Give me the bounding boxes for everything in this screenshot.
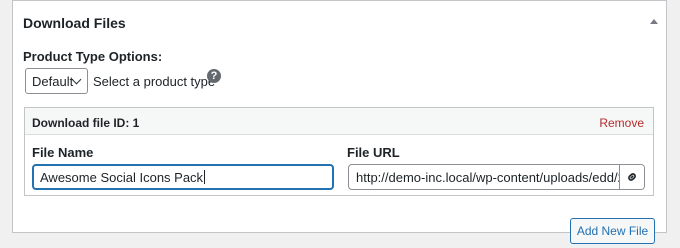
file-name-label: File Name [32, 145, 94, 160]
download-file-header: Download file ID: 1 Remove [25, 108, 653, 135]
file-url-input[interactable]: http://demo-inc.local/wp-content/uploads… [348, 164, 645, 190]
product-type-select-value: Default [32, 74, 74, 89]
file-url-value: http://demo-inc.local/wp-content/uploads… [356, 170, 622, 185]
link-icon[interactable] [619, 165, 644, 189]
download-file-id: Download file ID: 1 [32, 116, 140, 130]
product-type-hint: Select a product type [93, 74, 216, 89]
panel-header[interactable]: Download Files [13, 1, 666, 41]
help-icon[interactable]: ? [207, 69, 221, 83]
file-name-input[interactable]: Awesome Social Icons Pack [32, 164, 334, 190]
file-url-label: File URL [347, 145, 400, 160]
product-type-select[interactable]: Default [25, 68, 88, 94]
file-name-value: Awesome Social Icons Pack [40, 170, 204, 185]
download-files-panel: Download Files Product Type Options: Def… [12, 0, 667, 233]
product-type-options-label: Product Type Options: [23, 49, 163, 64]
panel-title: Download Files [23, 15, 126, 31]
remove-link[interactable]: Remove [599, 116, 644, 130]
collapse-arrow-icon[interactable] [650, 19, 658, 24]
text-caret [204, 170, 206, 184]
download-file-row: Download file ID: 1 Remove File Name Fil… [24, 107, 654, 196]
add-new-file-button[interactable]: Add New File [570, 218, 655, 244]
